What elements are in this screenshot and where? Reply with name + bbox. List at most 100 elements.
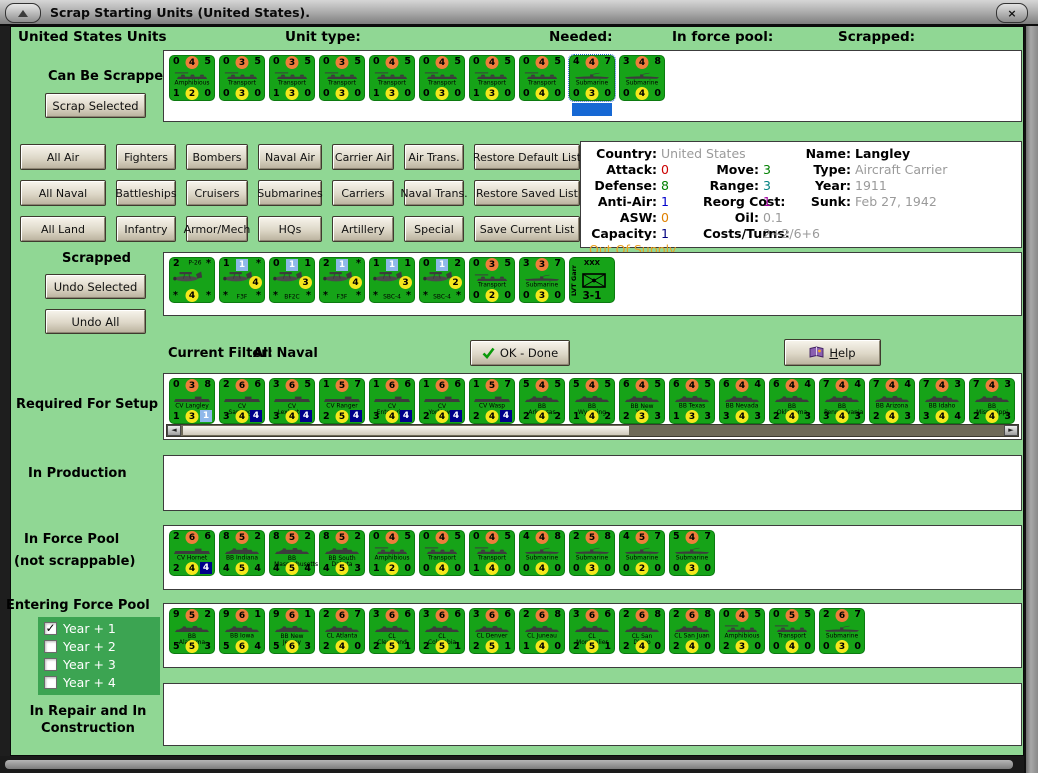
unit-counter-cv-yorktown[interactable]: 166CV Yorktown244 — [419, 378, 465, 424]
help-button[interactable]: Help — [784, 339, 881, 366]
unit-counter-cv-enterprise[interactable]: 166CV Enterprise344 — [369, 378, 415, 424]
filter-button-infantry[interactable]: Infantry — [116, 216, 176, 242]
unit-counter-f3f[interactable]: 2 1 * 4 * * F3F — [319, 257, 365, 303]
system-menu-button[interactable] — [5, 3, 41, 23]
filter-button-air-trans-[interactable]: Air Trans. — [404, 144, 464, 170]
unit-counter-bb-new-jersey[interactable]: 961BB New Jersey563 — [269, 608, 315, 654]
unit-counter-submarine[interactable]: 4 5 7 Submarine 0 2 0 — [619, 530, 665, 576]
year-checkbox-3[interactable] — [44, 657, 57, 671]
filter-button-all-air[interactable]: All Air — [20, 144, 106, 170]
scrollbar-thumb[interactable] — [182, 425, 630, 436]
year-checkbox-4[interactable] — [44, 675, 57, 689]
filter-button-restore-saved-list[interactable]: Restore Saved List — [474, 180, 580, 206]
unit-counter-bb-alabama[interactable]: 952BB Alabama553 — [169, 608, 215, 654]
unit-counter-submarine[interactable]: 2 6 7 Submarine 0 3 0 — [819, 608, 865, 654]
unit-counter-cl-montpelier[interactable]: 366CL Montpelier251 — [569, 608, 615, 654]
year-checkbox-2[interactable] — [44, 639, 57, 653]
unit-counter-bb-texas[interactable]: 6 4 5 BB Texas 1 3 3 — [669, 378, 715, 424]
filter-button-naval-air[interactable]: Naval Air — [258, 144, 322, 170]
filter-button-save-current-list[interactable]: Save Current List — [474, 216, 580, 242]
unit-counter-bb-south-dakota[interactable]: 852BB South Dakota453 — [319, 530, 365, 576]
unit-counter-bb-arizona[interactable]: 7 4 4 BB Arizona 2 4 3 — [869, 378, 915, 424]
unit-counter-transport[interactable]: 0 3 5 Transport 1 3 0 — [269, 55, 315, 101]
required-scrollbar[interactable]: ◄ ► — [166, 424, 1019, 437]
unit-counter-transport[interactable]: 0 4 5 Transport 0 4 0 — [519, 55, 565, 101]
unit-counter-bb-wyoming[interactable]: 545BB Wyoming142 — [569, 378, 615, 424]
unit-counter-cl-denver[interactable]: 3 6 6 CL Denver 2 5 1 — [469, 608, 515, 654]
unit-counter-submarine[interactable]: 2 5 8 Submarine 0 3 0 — [569, 530, 615, 576]
filter-button-naval-trans-[interactable]: Naval Trans. — [400, 180, 468, 206]
filter-button-carrier-air[interactable]: Carrier Air — [332, 144, 394, 170]
unit-counter-cl-atlanta[interactable]: 2 6 7 CL Atlanta 2 4 0 — [319, 608, 365, 654]
right-window-scrollbar[interactable] — [1024, 26, 1038, 773]
unit-counter-amphibious[interactable]: 0 4 5 Amphibious 2 3 0 — [719, 608, 765, 654]
close-button[interactable]: × — [996, 3, 1028, 23]
unit-counter-cl-juneau[interactable]: 2 6 8 CL Juneau 1 4 0 — [519, 608, 565, 654]
filter-button-carriers[interactable]: Carriers — [332, 180, 394, 206]
scrap-selected-button[interactable]: Scrap Selected — [45, 93, 146, 118]
scroll-right-arrow-icon[interactable]: ► — [1004, 425, 1018, 436]
filter-button-artillery[interactable]: Artillery — [332, 216, 394, 242]
unit-counter-sbc-4[interactable]: 1 1 1 3 * * SBC-4 — [369, 257, 415, 303]
filter-button-all-land[interactable]: All Land — [20, 216, 106, 242]
unit-counter-submarine[interactable]: 5 4 7 Submarine 0 3 0 — [669, 530, 715, 576]
unit-counter-bb-iowa[interactable]: 9 6 1 BB Iowa 5 6 4 — [219, 608, 265, 654]
unit-counter-cv-wasp[interactable]: 1 5 7 CV Wasp 2 4 4 — [469, 378, 515, 424]
unit-counter-cv-langley[interactable]: 0 3 8 CV Langley 1 3 1 — [169, 378, 215, 424]
unit-counter-cl-cleveland[interactable]: 366CL Cleveland251 — [369, 608, 415, 654]
unit-counter-transport[interactable]: 0 4 5 Transport 1 3 0 — [369, 55, 415, 101]
filter-button-battleships[interactable]: Battleships — [115, 180, 177, 206]
unit-counter-bb-pennsylvania[interactable]: 744BB Pennsylvania343 — [819, 378, 865, 424]
filter-button-submarines[interactable]: Submarines — [257, 180, 323, 206]
bottom-scrollbar-thumb[interactable] — [5, 760, 1013, 769]
unit-counter-cv-hornet[interactable]: 2 6 6 CV Hornet 2 4 4 — [169, 530, 215, 576]
unit-counter-transport[interactable]: 0 4 5 Transport 0 4 0 — [419, 530, 465, 576]
filter-button-armor-mech[interactable]: Armor/Mech — [184, 216, 250, 242]
undo-all-button[interactable]: Undo All — [45, 309, 146, 334]
filter-button-fighters[interactable]: Fighters — [116, 144, 176, 170]
unit-counter-submarine[interactable]: 4 4 7 Submarine 0 3 0 — [568, 54, 616, 116]
unit-counter-cv-saratoga[interactable]: 266CV Saratoga344 — [219, 378, 265, 424]
unit-counter-bf2c[interactable]: 0 1 1 3 * * BF2C — [269, 257, 315, 303]
unit-counter-bb-idaho[interactable]: 7 4 3 BB Idaho 3 4 4 — [919, 378, 965, 424]
unit-counter-bb-mississippi[interactable]: 743BB Mississippi243 — [969, 378, 1015, 424]
unit-counter-submarine[interactable]: 3 3 7 Submarine 0 3 0 — [519, 257, 565, 303]
year-checkbox-1[interactable]: ✓ — [44, 621, 57, 635]
unit-counter-bb-nevada[interactable]: 6 4 4 BB Nevada 3 4 3 — [719, 378, 765, 424]
unit-counter-bb-massachusetts[interactable]: 852BB Massachusetts454 — [269, 530, 318, 576]
filter-button-special[interactable]: Special — [404, 216, 464, 242]
unit-counter-transport[interactable]: 0 4 5 Transport 0 3 0 — [419, 55, 465, 101]
unit-counter-transport[interactable]: 0 3 5 Transport 0 2 0 — [469, 257, 515, 303]
unit-counter-cl-san-diego[interactable]: 268CL San Diego240 — [619, 608, 665, 654]
filter-button-hqs[interactable]: HQs — [258, 216, 322, 242]
unit-counter-p-26[interactable]: 2 * 4 * * P-26 — [169, 257, 215, 303]
unit-counter-submarine[interactable]: 4 4 8 Submarine 0 4 0 — [519, 530, 565, 576]
unit-counter-transport[interactable]: 0 4 5 Transport 1 3 0 — [469, 55, 515, 101]
unit-counter-transport[interactable]: 0 5 5 Transport 0 4 0 — [769, 608, 815, 654]
unit-counter-cl-san-juan[interactable]: 2 6 8 CL San Juan 2 4 0 — [669, 608, 715, 654]
unit-counter-sbc-4[interactable]: 0 1 2 2 * * SBC-4 — [419, 257, 465, 303]
filter-button-bombers[interactable]: Bombers — [186, 144, 248, 170]
unit-counter-amphibious[interactable]: 0 4 5 Amphibious 1 2 0 — [369, 530, 415, 576]
unit-counter-bb-new-york[interactable]: 645BB New York233 — [619, 378, 665, 424]
filter-button-cruisers[interactable]: Cruisers — [186, 180, 248, 206]
unit-counter-cv-lexington[interactable]: 365CV Lexington344 — [269, 378, 315, 424]
unit-counter-amphibious[interactable]: 0 4 5 Amphibious 1 2 0 — [169, 55, 215, 101]
unit-counter-cv-ranger[interactable]: 1 5 7 CV Ranger 2 5 4 — [319, 378, 365, 424]
unit-counter-f3f[interactable]: 1 1 * 4 * * F3F — [219, 257, 265, 303]
unit-counter-lvt-garr[interactable]: XXX LVT Garr 3-1 — [569, 257, 615, 303]
unit-counter-transport[interactable]: 0 3 5 Transport 0 3 0 — [219, 55, 265, 101]
unit-counter-bb-oklahoma[interactable]: 644BB Oklahoma243 — [769, 378, 815, 424]
unit-counter-submarine[interactable]: 3 4 8 Submarine 0 4 0 — [619, 55, 665, 101]
ok-done-button[interactable]: OK - Done — [470, 340, 570, 366]
unit-counter-transport[interactable]: 0 4 5 Transport 1 4 0 — [469, 530, 515, 576]
unit-counter-cl-columbia[interactable]: 366CL Columbia251 — [419, 608, 465, 654]
scroll-left-arrow-icon[interactable]: ◄ — [167, 425, 181, 436]
unit-counter-bb-indiana[interactable]: 8 5 2 BB Indiana 4 5 4 — [219, 530, 265, 576]
unit-counter-transport[interactable]: 0 3 5 Transport 0 3 0 — [319, 55, 365, 101]
filter-button-restore-default-list[interactable]: Restore Default List — [473, 144, 581, 170]
filter-button-all-naval[interactable]: All Naval — [20, 180, 106, 206]
unit-counter-bb-arkansas[interactable]: 545BB Arkansas242 — [519, 378, 565, 424]
bottom-window-scrollbar[interactable] — [0, 756, 1024, 773]
undo-selected-button[interactable]: Undo Selected — [45, 274, 146, 299]
